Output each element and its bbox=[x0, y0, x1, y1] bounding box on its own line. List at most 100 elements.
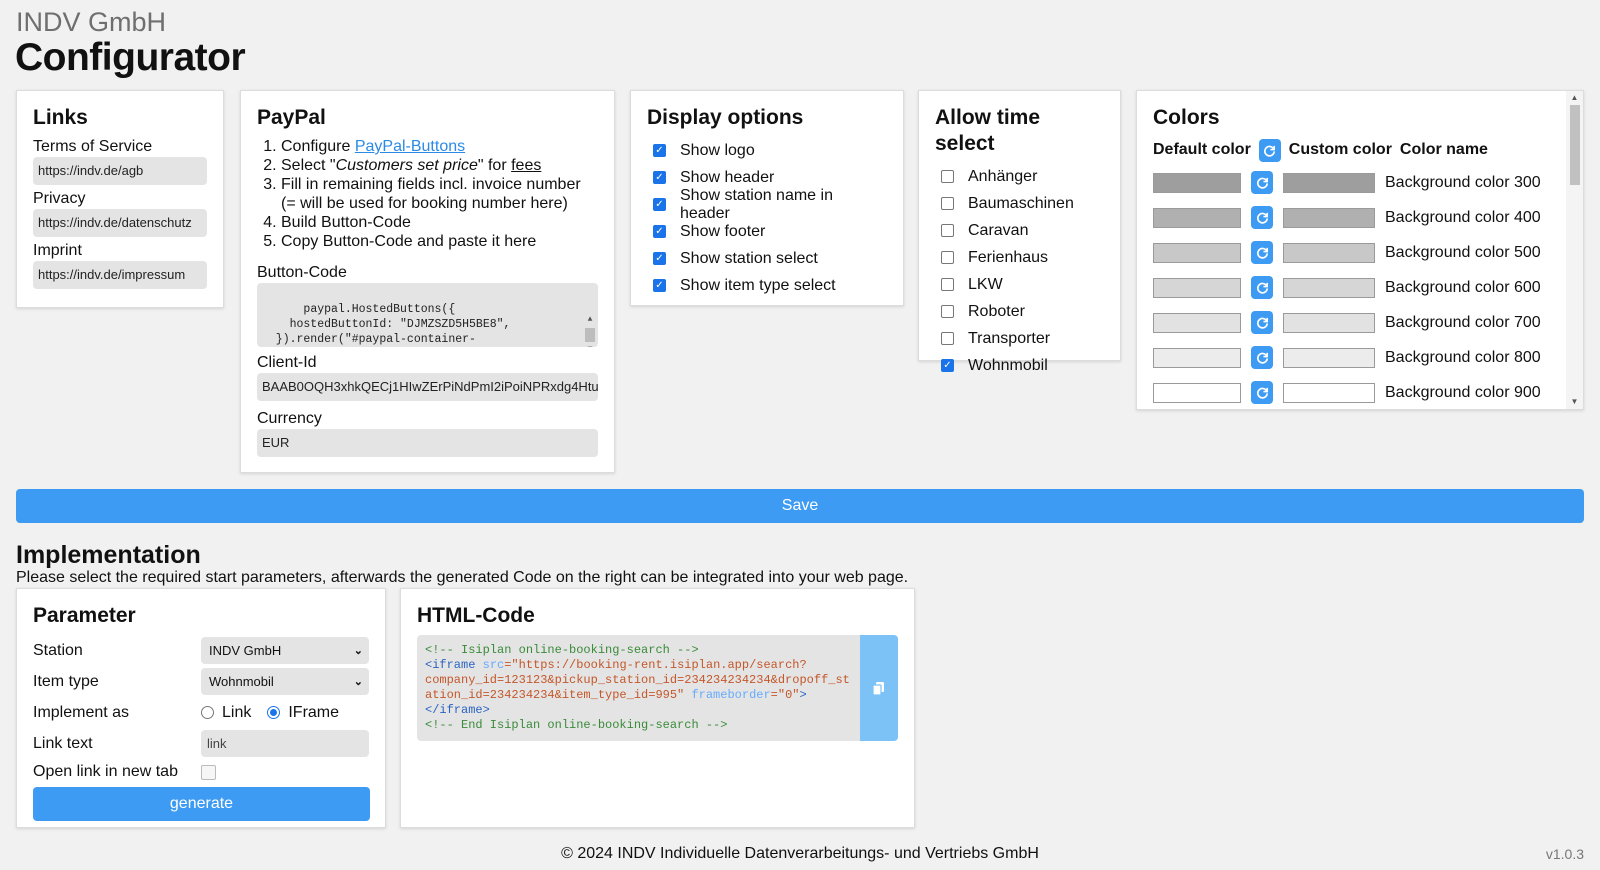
time-option-caravan[interactable]: Caravan bbox=[935, 217, 1104, 244]
company-name: INDV GmbH bbox=[16, 7, 167, 37]
custom-color-header: Custom color bbox=[1288, 141, 1392, 158]
paypal-buttons-link[interactable]: PayPal-Buttons bbox=[355, 138, 465, 155]
custom-color-input[interactable] bbox=[1283, 172, 1375, 193]
reset-color-icon[interactable] bbox=[1251, 206, 1273, 229]
new-tab-label: Open link in new tab bbox=[33, 763, 178, 780]
fees-link[interactable]: fees bbox=[511, 157, 541, 174]
currency-input[interactable]: EUR bbox=[257, 429, 598, 457]
custom-color-input[interactable] bbox=[1283, 242, 1375, 263]
privacy-input[interactable]: https://indv.de/datenschutz bbox=[33, 209, 207, 237]
colors-card: Colors Default color Custom color Color … bbox=[1136, 90, 1584, 410]
item-type-select[interactable]: Wohnmobil ⌄ bbox=[201, 668, 369, 695]
paypal-step-2: Select "Customers set price" for fees bbox=[281, 156, 598, 175]
option-show-station-select[interactable]: ✓ Show station select bbox=[647, 245, 887, 272]
time-option-roboter[interactable]: Roboter bbox=[935, 298, 1104, 325]
custom-color-input[interactable] bbox=[1283, 347, 1375, 368]
checkbox[interactable]: ✓ bbox=[653, 144, 666, 157]
checkbox[interactable]: ✓ bbox=[653, 252, 666, 265]
option-show-item-type-select[interactable]: ✓ Show item type select bbox=[647, 272, 887, 299]
colors-header-row: Default color Custom color Color name bbox=[1153, 135, 1567, 165]
color-row: Background color 800 bbox=[1153, 340, 1567, 375]
implementation-title: Implementation bbox=[16, 541, 201, 569]
paypal-heading: PayPal bbox=[257, 106, 326, 129]
reset-all-icon[interactable] bbox=[1258, 138, 1281, 162]
paypal-card: PayPal Configure PayPal-Buttons Select "… bbox=[240, 90, 615, 473]
checkbox[interactable] bbox=[941, 278, 954, 291]
time-option-transporter[interactable]: Transporter bbox=[935, 325, 1104, 352]
html-code-card: HTML-Code <!-- Isiplan online-booking-se… bbox=[400, 588, 915, 828]
option-show-logo[interactable]: ✓ Show logo bbox=[647, 137, 887, 164]
radio-iframe-label: IFrame bbox=[288, 703, 340, 721]
checkbox[interactable] bbox=[941, 332, 954, 345]
html-code-text[interactable]: <!-- Isiplan online-booking-search --> <… bbox=[417, 635, 861, 741]
button-code-scrollbar[interactable]: ▲▼ bbox=[584, 285, 596, 347]
default-color-swatch bbox=[1153, 382, 1241, 403]
default-color-swatch bbox=[1153, 242, 1241, 263]
color-name: Background color 900 bbox=[1385, 383, 1541, 401]
default-color-swatch bbox=[1153, 277, 1241, 298]
privacy-label: Privacy bbox=[33, 190, 86, 207]
checkbox[interactable] bbox=[941, 251, 954, 264]
color-row: Background color 600 bbox=[1153, 270, 1567, 305]
checkbox[interactable]: ✓ bbox=[653, 171, 666, 184]
color-row: Background color 400 bbox=[1153, 200, 1567, 235]
time-option-wohnmobil[interactable]: ✓ Wohnmobil bbox=[935, 352, 1104, 379]
default-color-swatch bbox=[1153, 312, 1241, 333]
link-text-label: Link text bbox=[33, 734, 93, 752]
paypal-step-1: Configure PayPal-Buttons bbox=[281, 137, 598, 156]
default-color-swatch bbox=[1153, 347, 1241, 368]
radio-link[interactable] bbox=[201, 706, 214, 719]
chevron-down-icon: ⌄ bbox=[353, 645, 363, 657]
radio-iframe[interactable] bbox=[267, 706, 281, 719]
links-heading: Links bbox=[33, 106, 88, 129]
reset-color-icon[interactable] bbox=[1251, 311, 1273, 334]
implementation-description: Please select the required start paramet… bbox=[16, 569, 909, 586]
generate-button[interactable]: generate bbox=[33, 787, 370, 821]
reset-color-icon[interactable] bbox=[1251, 381, 1273, 404]
color-row: Background color 700 bbox=[1153, 305, 1567, 340]
display-options-card: Display options ✓ Show logo ✓ Show header … bbox=[630, 90, 904, 306]
time-option-lkw[interactable]: LKW bbox=[935, 271, 1104, 298]
time-option-ferienhaus[interactable]: Ferienhaus bbox=[935, 244, 1104, 271]
reset-color-icon[interactable] bbox=[1251, 171, 1273, 194]
reset-color-icon[interactable] bbox=[1251, 346, 1273, 369]
version-label: v1.0.3 bbox=[1545, 846, 1584, 862]
color-row: Background color 900 bbox=[1153, 375, 1567, 409]
custom-color-input[interactable] bbox=[1283, 312, 1375, 333]
color-name: Background color 400 bbox=[1385, 208, 1541, 226]
button-code-textarea[interactable]: paypal.HostedButtons({ hostedButtonId: "… bbox=[257, 283, 598, 347]
color-row: Background color 500 bbox=[1153, 235, 1567, 270]
checkbox[interactable] bbox=[941, 224, 954, 237]
save-button[interactable]: Save bbox=[16, 489, 1584, 523]
custom-color-input[interactable] bbox=[1283, 277, 1375, 298]
checkbox[interactable] bbox=[941, 170, 954, 183]
new-tab-checkbox[interactable] bbox=[201, 764, 216, 780]
colors-scrollbar[interactable]: ▲ ▼ bbox=[1566, 91, 1583, 409]
custom-color-input[interactable] bbox=[1283, 382, 1375, 403]
station-select[interactable]: INDV GmbH ⌄ bbox=[201, 637, 369, 664]
time-select-card: Allow time select Anhänger Baumaschinen … bbox=[918, 90, 1121, 374]
paypal-step-3: Fill in remaining fields incl. invoice n… bbox=[281, 175, 598, 213]
checkbox[interactable]: ✓ bbox=[941, 359, 954, 372]
time-select-heading: Allow time select bbox=[935, 106, 1041, 155]
client-id-label: Client-Id bbox=[257, 354, 317, 371]
custom-color-input[interactable] bbox=[1283, 207, 1375, 228]
checkbox[interactable] bbox=[941, 197, 954, 210]
checkbox[interactable]: ✓ bbox=[653, 225, 666, 238]
item-type-label: Item type bbox=[33, 672, 99, 690]
copy-icon[interactable] bbox=[860, 635, 898, 741]
reset-color-icon[interactable] bbox=[1251, 241, 1273, 264]
time-option-anhaenger[interactable]: Anhänger bbox=[935, 163, 1104, 190]
checkbox[interactable]: ✓ bbox=[653, 198, 666, 211]
checkbox[interactable]: ✓ bbox=[653, 279, 666, 292]
time-option-baumaschinen[interactable]: Baumaschinen bbox=[935, 190, 1104, 217]
reset-color-icon[interactable] bbox=[1251, 276, 1273, 299]
checkbox[interactable] bbox=[941, 305, 954, 318]
imprint-input[interactable]: https://indv.de/impressum bbox=[33, 261, 207, 289]
client-id-input[interactable]: BAAB0OQH3xhkQECj1HIwZErPiNdPmI2iPoiNPRxd… bbox=[257, 373, 598, 401]
terms-input[interactable]: https://indv.de/agb bbox=[33, 157, 207, 185]
link-text-input[interactable]: link bbox=[201, 730, 369, 757]
option-show-station-name[interactable]: ✓ Show station name in header bbox=[647, 187, 887, 222]
station-label: Station bbox=[33, 641, 83, 659]
parameter-heading: Parameter bbox=[33, 604, 136, 627]
